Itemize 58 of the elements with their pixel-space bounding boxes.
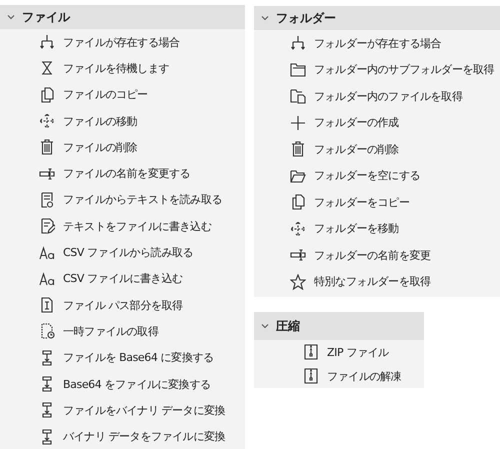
action-item[interactable]: ファイルのコピー (63, 87, 148, 102)
action-item[interactable]: ファイルの解凍 (327, 368, 402, 384)
hourglass-icon (39, 60, 55, 76)
clock-document-icon (39, 323, 55, 340)
folder-file-icon (290, 88, 306, 104)
action-item[interactable]: テキストをファイルに書き込む (63, 218, 212, 234)
folders-icon (290, 62, 306, 78)
star-icon (290, 274, 306, 290)
document-icon (39, 297, 55, 314)
group-header[interactable]: ファイル (0, 5, 245, 29)
action-item[interactable]: フォルダーをコピー (314, 194, 410, 210)
trash-icon (39, 139, 55, 156)
group-title: ファイル (22, 8, 70, 26)
action-item[interactable]: フォルダーの削除 (314, 142, 399, 157)
move-icon (290, 220, 306, 237)
pencil-document-icon (39, 218, 55, 234)
rename-icon (39, 166, 55, 182)
group-header[interactable]: 圧縮 (254, 312, 424, 340)
action-item[interactable]: ZIP ファイル (327, 344, 389, 360)
branch-icon (39, 34, 55, 50)
action-item[interactable]: ファイルの移動 (63, 114, 138, 129)
zip-icon (303, 344, 319, 360)
rename-icon (290, 247, 306, 264)
action-item[interactable]: バイナリ データをファイルに変換 (63, 429, 226, 444)
action-item[interactable]: フォルダーを空にする (314, 168, 420, 184)
action-item[interactable]: フォルダーの作成 (314, 115, 399, 130)
action-item[interactable]: フォルダー内のファイルを取得 (314, 88, 462, 104)
plus-icon (290, 114, 306, 131)
action-item[interactable]: フォルダー内のサブフォルダーを取得 (314, 62, 494, 78)
text-icon (39, 270, 55, 287)
action-item[interactable]: ファイル パス部分を取得 (63, 298, 183, 313)
action-item[interactable]: Base64 をファイルに変換する (63, 376, 210, 392)
action-item[interactable]: ファイルの名前を変更する (63, 166, 190, 182)
action-item[interactable]: CSV ファイルから読み取る (63, 245, 194, 260)
group-title: フォルダー (276, 10, 336, 26)
action-item[interactable]: ファイルをバイナリ データに変換 (63, 402, 226, 418)
trash-icon (290, 141, 306, 158)
zip-icon (303, 368, 319, 384)
action-item[interactable]: フォルダーを移動 (314, 221, 399, 236)
action-item[interactable]: 特別なフォルダーを取得 (314, 274, 431, 290)
action-item[interactable]: ファイルの削除 (63, 140, 138, 155)
group-title: 圧縮 (276, 318, 300, 334)
group-header[interactable]: フォルダー (254, 6, 500, 30)
action-item[interactable]: フォルダーが存在する場合 (314, 36, 442, 51)
copy-icon (290, 194, 306, 210)
copy-icon (39, 86, 55, 103)
action-item[interactable]: 一時ファイルの取得 (63, 324, 158, 339)
action-item[interactable]: CSV ファイルに書き込む (63, 271, 182, 286)
document-icon (39, 192, 55, 208)
text-icon (39, 244, 55, 261)
move-icon (39, 113, 55, 130)
branch-icon (290, 35, 306, 52)
action-item[interactable]: フォルダーの名前を変更 (314, 248, 431, 263)
action-item[interactable]: ファイルを Base64 に変換する (63, 350, 214, 366)
action-item[interactable]: ファイルからテキストを読み取る (63, 192, 222, 208)
action-item[interactable]: ファイルが存在する場合 (63, 34, 180, 50)
folder-icon (290, 168, 306, 184)
action-item[interactable]: ファイルを待機します (63, 60, 170, 76)
